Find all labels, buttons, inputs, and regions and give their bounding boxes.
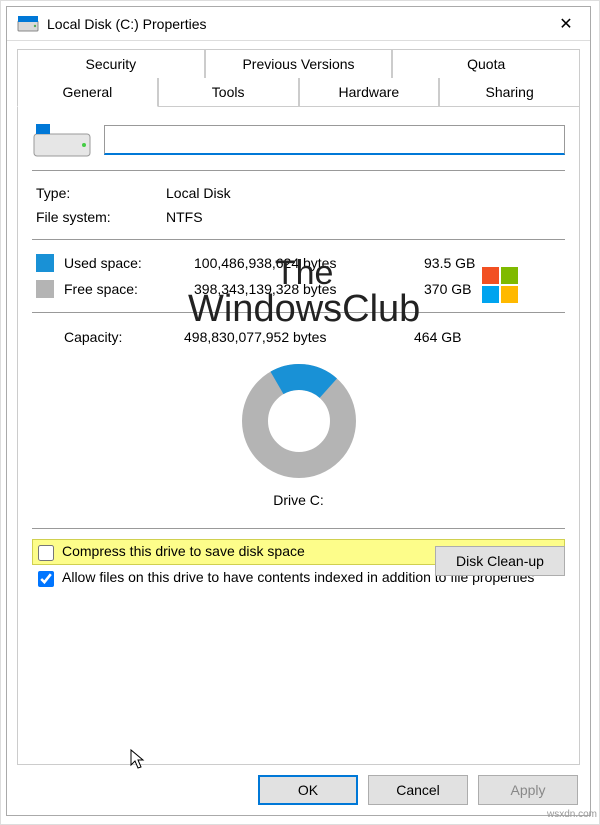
window-title: Local Disk (C:) Properties — [47, 16, 546, 32]
separator — [32, 528, 565, 529]
disk-cleanup-button[interactable]: Disk Clean-up — [435, 546, 565, 576]
capacity-gb: 464 GB — [414, 329, 494, 345]
tab-previous-versions[interactable]: Previous Versions — [205, 49, 393, 78]
tab-tools[interactable]: Tools — [158, 78, 299, 107]
disk-icon — [17, 13, 39, 35]
tab-quota[interactable]: Quota — [392, 49, 580, 78]
type-label: Type: — [36, 185, 166, 201]
cursor-icon — [128, 748, 150, 770]
filesystem-label: File system: — [36, 209, 166, 225]
used-space-label: Used space: — [64, 255, 194, 271]
separator — [32, 170, 565, 171]
general-panel: The WindowsClub Type: Local Disk File sy… — [17, 106, 580, 765]
compress-label: Compress this drive to save disk space — [62, 543, 305, 559]
tabs-front-row: General Tools Hardware Sharing — [17, 78, 580, 107]
ok-button[interactable]: OK — [258, 775, 358, 805]
tab-hardware[interactable]: Hardware — [299, 78, 440, 107]
used-space-bytes: 100,486,938,624 bytes — [194, 255, 424, 271]
used-color-swatch — [36, 254, 54, 272]
tab-sharing[interactable]: Sharing — [439, 78, 580, 107]
tab-security[interactable]: Security — [17, 49, 205, 78]
separator — [32, 312, 565, 313]
type-value: Local Disk — [166, 185, 565, 201]
index-checkbox[interactable] — [38, 571, 54, 587]
free-space-label: Free space: — [64, 281, 194, 297]
tab-general[interactable]: General — [17, 78, 158, 107]
titlebar: Local Disk (C:) Properties ✕ — [7, 7, 590, 41]
filesystem-value: NTFS — [166, 209, 565, 225]
drive-large-icon — [32, 120, 92, 160]
properties-dialog: Local Disk (C:) Properties ✕ Security Pr… — [6, 6, 591, 816]
source-watermark: wsxdn.com — [547, 809, 597, 820]
free-space-bytes: 398,343,139,328 bytes — [194, 281, 424, 297]
capacity-bytes: 498,830,077,952 bytes — [184, 329, 414, 345]
windows-logo-icon — [481, 266, 519, 304]
dialog-buttons: OK Cancel Apply — [7, 765, 590, 815]
usage-pie-chart — [239, 361, 359, 481]
apply-button[interactable]: Apply — [478, 775, 578, 805]
separator — [32, 239, 565, 240]
drive-name-input[interactable] — [104, 125, 565, 155]
drive-label: Drive C: — [32, 492, 565, 508]
capacity-label: Capacity: — [36, 329, 184, 345]
close-button[interactable]: ✕ — [546, 10, 586, 38]
free-color-swatch — [36, 280, 54, 298]
compress-checkbox[interactable] — [38, 545, 54, 561]
tabs-back-row: Security Previous Versions Quota — [17, 49, 580, 78]
cancel-button[interactable]: Cancel — [368, 775, 468, 805]
